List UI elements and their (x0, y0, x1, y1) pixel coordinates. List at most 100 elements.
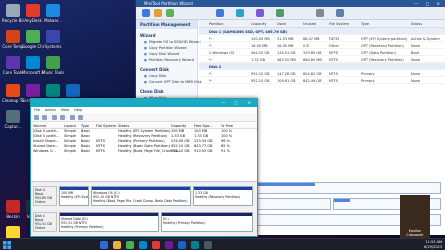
desktop-icon[interactable]: Malwar... (42, 4, 64, 23)
volume-cell: 910.92 GB (194, 149, 213, 153)
space-analyzer-icon[interactable] (276, 9, 284, 17)
partition-row[interactable]: *: 952.10 GB 147.28 GB 804.82 GB NTFS Primary… (199, 70, 445, 77)
partition-bar (162, 213, 252, 216)
bootable-media-icon[interactable] (316, 9, 324, 17)
app-icon (26, 4, 40, 17)
desktop-icon[interactable]: Recycle Bin (2, 4, 24, 23)
disk-info: Online (35, 200, 46, 204)
partition-cell: 483.20 MB (277, 58, 296, 62)
partition-status: Healthy (Primary Partition) (163, 221, 206, 225)
disk-map-partition[interactable] (231, 182, 441, 194)
partition-cell: 147.28 GB (277, 72, 296, 76)
volume-row[interactable]: Windows O... Simple Basic NTFS Healthy (Boot… (31, 149, 257, 154)
discard-icon[interactable] (166, 9, 174, 17)
apply-icon[interactable] (142, 9, 150, 17)
search-icon[interactable] (100, 241, 108, 249)
menu-item[interactable]: View (61, 108, 69, 112)
system-tray-clock[interactable]: 11:53 AM 6/29/2023 (424, 240, 442, 249)
disk-header-row[interactable]: Disk 2 (199, 63, 445, 70)
column-header[interactable]: Unused (303, 22, 316, 26)
partition-row[interactable]: *: 952.10 GB 109.61 GB 842.49 GB NTFS Primary… (199, 77, 445, 84)
partition-cell: Primary (361, 79, 375, 83)
volume-cell: Windows O... (33, 149, 56, 153)
volume-cell: Simple (64, 149, 76, 153)
anydesk-taskbar-icon[interactable] (152, 241, 160, 249)
volume-cell: 952.10 GB (171, 149, 190, 153)
desktop-icon[interactable]: Google Chrome (22, 30, 44, 49)
app-icon (46, 30, 60, 43)
partition-cell: None (411, 58, 421, 62)
desktop-icon[interactable]: Captur... (2, 110, 24, 129)
menu-item[interactable]: Action (45, 108, 56, 112)
manual-icon[interactable] (336, 9, 344, 17)
partition-cell: 134.51 GB (277, 51, 296, 55)
disk-partition-block[interactable]: Windows OS (C:) 952.10 GB NTFS Healthy (Bo… (91, 186, 191, 206)
desktop-icon[interactable]: Microsoft Edge (22, 56, 44, 75)
disk-management-taskbar-icon[interactable] (191, 241, 199, 249)
app-icon (26, 56, 40, 69)
pw-toolbar (136, 7, 445, 20)
menu-item[interactable]: File (34, 108, 40, 112)
partition-cell: FAT32 (329, 37, 340, 41)
app-icon (6, 84, 20, 97)
desktop-icon[interactable]: AnyDesk (22, 4, 44, 23)
disk-label[interactable]: Disk 1 Basic 931.51 GB Online (33, 212, 57, 232)
column-header[interactable]: Status (411, 22, 422, 26)
tray-date: 6/29/2023 (424, 244, 442, 249)
desktop-icon[interactable]: Systems (42, 30, 64, 49)
partition-recovery-icon[interactable] (236, 9, 244, 17)
disk-partition-block[interactable]: 1.33 GB Healthy (Recovery Partition) (193, 186, 253, 206)
partition-row[interactable]: *: 100.00 MB 31.53 MB 68.47 MB FAT32 GPT (EFI… (199, 35, 445, 42)
back-icon[interactable] (34, 115, 39, 120)
desktop-icon[interactable]: Core Temp (2, 30, 24, 49)
partition-wizard-taskbar-icon[interactable] (178, 241, 186, 249)
tab-partition-management[interactable]: Partition Management (136, 20, 197, 29)
partition-row[interactable]: *: 16.00 MB 16.00 MB 0 B Other GPT (Reserved … (199, 42, 445, 49)
partition-cell: *: (209, 72, 212, 76)
column-header[interactable]: Type (361, 22, 369, 26)
edge-icon[interactable] (139, 241, 147, 249)
column-header[interactable]: Used (277, 22, 286, 26)
partition-cell: GPT (Recovery Partition) (361, 58, 404, 62)
data-recovery-icon[interactable] (216, 9, 224, 17)
menu-item[interactable]: Help (74, 108, 82, 112)
disk-benchmark-icon[interactable] (256, 9, 264, 17)
pw-window-controls[interactable]: — ▢ ✕ (414, 0, 443, 7)
partition-row[interactable]: *: 1.32 GB 483.20 MB 860.80 MB NTFS GPT (Reco… (199, 56, 445, 63)
forward-icon[interactable] (42, 115, 47, 120)
app-icon[interactable] (165, 241, 173, 249)
settings-icon[interactable] (204, 241, 212, 249)
check-icon[interactable] (78, 115, 83, 120)
partition-cell: 100.00 MB (251, 37, 270, 41)
partition-bar (60, 213, 158, 216)
partition-cell: Active & System (411, 37, 440, 41)
partition-cell: None (411, 44, 421, 48)
column-header[interactable]: Capacity (251, 22, 266, 26)
app-icon (46, 84, 60, 97)
desktop-icon[interactable]: Cleanup Tools (2, 84, 24, 103)
properties-icon[interactable] (52, 115, 57, 120)
file-explorer-icon[interactable] (113, 241, 121, 249)
user-thumbnail[interactable]: Epsilon Crossover (400, 195, 430, 238)
undo-icon[interactable] (154, 9, 162, 17)
disk-label[interactable]: Disk 0 Basic 953.85 GB Online (33, 186, 57, 206)
partition-bar (92, 187, 190, 190)
partition-cell: 804.82 GB (303, 72, 322, 76)
disk-partition-block[interactable]: Shared Data (D:) 931.51 GB NTFS Healthy (P… (59, 212, 159, 232)
desktop-icon[interactable]: Beckin (2, 200, 24, 219)
help-icon[interactable] (60, 115, 65, 120)
windows-start-icon[interactable] (3, 241, 11, 249)
disk-header-row[interactable]: Disk 1 (SAMSUNG SSD, GPT, 465.76 GB) (199, 28, 445, 35)
partition-row[interactable]: C:Windows OS 464.20 GB 134.51 GB 329.69 GB N… (199, 49, 445, 56)
partition-cell: *: (209, 44, 212, 48)
disk-icon[interactable] (70, 115, 75, 120)
column-header[interactable]: File System (329, 22, 349, 26)
chrome-icon[interactable] (126, 241, 134, 249)
column-header[interactable]: Partition (209, 22, 224, 26)
desktop-icon[interactable]: Music Tools (42, 56, 64, 75)
app-icon (26, 30, 40, 43)
dm-window-controls[interactable]: — ▢ ✕ (221, 100, 255, 105)
disk-partition-block[interactable]: 100 MBHealthy (EFI System Pa (59, 186, 89, 206)
desktop-icon[interactable]: Core Tools (2, 56, 24, 75)
disk-partition-block[interactable]: (E:) Healthy (Primary Partition) (161, 212, 253, 232)
